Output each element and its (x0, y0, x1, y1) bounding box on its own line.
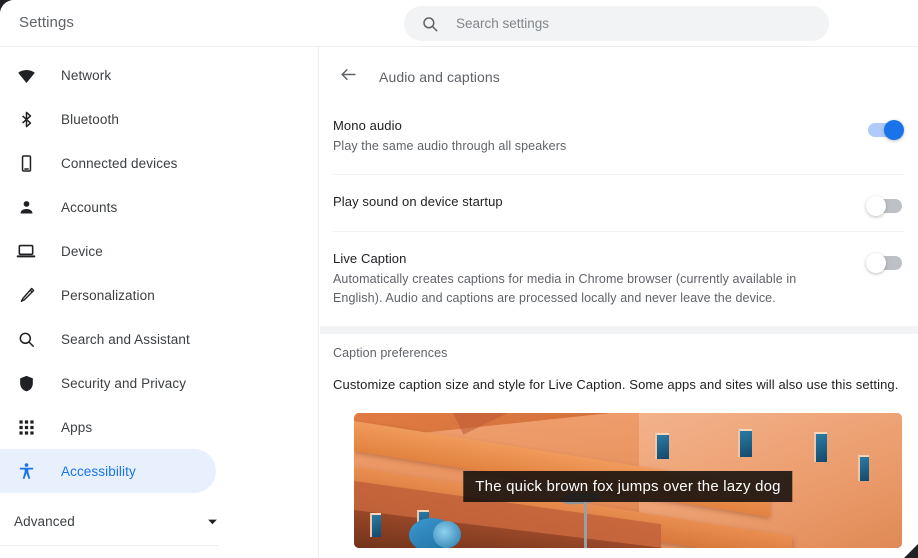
sidebar-item-device[interactable]: Device (0, 229, 216, 273)
sidebar-item-about-chromeos[interactable]: About ChromeOS (0, 550, 318, 558)
window-resize-handle[interactable] (902, 542, 918, 558)
section-separator-band (320, 326, 918, 334)
chevron-down-icon (206, 515, 219, 528)
sidebar-item-personalization[interactable]: Personalization (0, 273, 216, 317)
person-icon (14, 195, 38, 219)
grid-apps-icon (14, 415, 38, 439)
sidebar-item-label: Bluetooth (61, 111, 119, 127)
sidebar-item-connected-devices[interactable]: Connected devices (0, 141, 216, 185)
sidebar-nav-list: Network Bluetooth Connected devices Acco… (0, 47, 318, 493)
caption-preview-image: The quick brown fox jumps over the lazy … (354, 413, 902, 548)
sidebar: Network Bluetooth Connected devices Acco… (0, 47, 319, 558)
pref-text: Play sound on device startup (333, 193, 868, 211)
preview-window (737, 429, 752, 458)
top-bar: Settings (0, 0, 918, 47)
shield-icon (14, 371, 38, 395)
caption-preferences-title: Caption preferences (333, 346, 448, 360)
toggle-knob (866, 253, 886, 273)
accessibility-person-icon (14, 459, 38, 483)
sidebar-item-label: Network (61, 67, 112, 83)
audio-preferences-section: Mono audio Play the same audio through a… (320, 99, 918, 326)
sidebar-item-search-and-assistant[interactable]: Search and Assistant (0, 317, 216, 361)
phone-icon (14, 151, 38, 175)
preview-window (858, 454, 870, 481)
caption-preferences-section: Caption preferences Customize caption si… (320, 334, 918, 392)
brush-icon (14, 283, 38, 307)
page-title: Audio and captions (379, 69, 500, 85)
wifi-icon (14, 63, 38, 87)
pref-subtitle: Play the same audio through all speakers (333, 139, 567, 153)
caption-preview-text: The quick brown fox jumps over the lazy … (463, 471, 793, 503)
caption-preferences-description: Customize caption size and style for Liv… (333, 377, 899, 392)
pref-text: Live Caption Automatically creates capti… (333, 250, 868, 308)
pref-row-live-caption[interactable]: Live Caption Automatically creates capti… (333, 232, 904, 326)
app-title: Settings (19, 14, 74, 31)
main-content: Audio and captions Mono audio Play the s… (320, 47, 918, 558)
back-button[interactable] (332, 61, 364, 93)
bluetooth-icon (14, 107, 38, 131)
arrow-left-icon (339, 65, 358, 89)
sidebar-item-label: Search and Assistant (61, 331, 190, 347)
sidebar-item-accessibility[interactable]: Accessibility (0, 449, 216, 493)
search-input[interactable] (456, 16, 786, 31)
toggle-knob (884, 120, 904, 140)
sidebar-item-label: Apps (61, 419, 93, 435)
sidebar-item-label: Personalization (61, 287, 155, 303)
preview-window (814, 431, 828, 462)
sidebar-item-label: Device (61, 243, 103, 259)
settings-window: Settings Network (0, 0, 918, 558)
page-header: Audio and captions (320, 47, 918, 99)
search-box[interactable] (404, 6, 829, 41)
search-icon (421, 15, 439, 33)
preview-window (370, 512, 382, 537)
laptop-icon (14, 239, 38, 263)
toggle-live-caption[interactable] (866, 253, 902, 273)
search-icon (14, 327, 38, 351)
pref-title: Play sound on device startup (333, 194, 503, 209)
toggle-knob (866, 196, 886, 216)
preview-lamp-pole (584, 496, 588, 548)
sidebar-advanced-toggle[interactable]: Advanced (0, 499, 219, 543)
toggle-play-sound-on-startup[interactable] (866, 196, 902, 216)
sidebar-item-network[interactable]: Network (0, 53, 216, 97)
preview-window (655, 433, 670, 460)
sidebar-item-label: Connected devices (61, 155, 178, 171)
sidebar-item-label: Accessibility (61, 463, 136, 479)
pref-title: Live Caption (333, 251, 407, 266)
pref-text: Mono audio Play the same audio through a… (333, 117, 868, 156)
sidebar-item-accounts[interactable]: Accounts (0, 185, 216, 229)
pref-row-mono-audio[interactable]: Mono audio Play the same audio through a… (333, 99, 904, 175)
sidebar-item-bluetooth[interactable]: Bluetooth (0, 97, 216, 141)
pref-title: Mono audio (333, 118, 402, 133)
pref-row-play-sound-on-startup[interactable]: Play sound on device startup (333, 175, 904, 232)
sidebar-advanced-label: Advanced (14, 513, 75, 529)
sidebar-item-label: Security and Privacy (61, 375, 187, 391)
sidebar-item-apps[interactable]: Apps (0, 405, 216, 449)
sidebar-item-security-and-privacy[interactable]: Security and Privacy (0, 361, 216, 405)
sidebar-divider (0, 545, 219, 546)
pref-subtitle: Automatically creates captions for media… (333, 272, 797, 305)
sidebar-item-label: Accounts (61, 199, 118, 215)
toggle-mono-audio[interactable] (868, 120, 904, 140)
